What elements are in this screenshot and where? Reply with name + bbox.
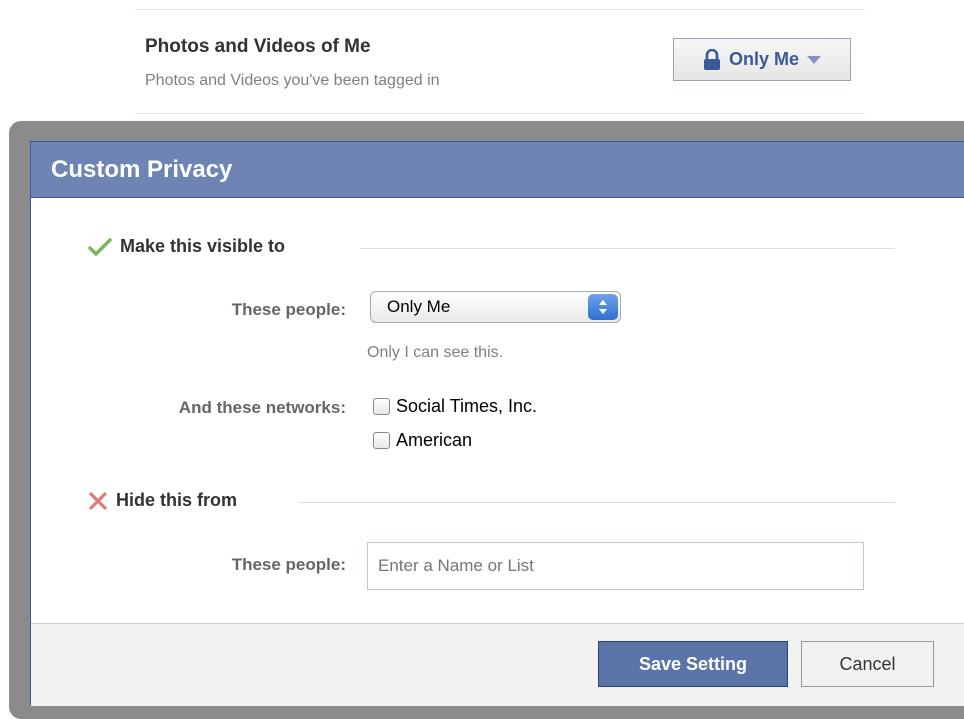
checkmark-icon [88, 237, 112, 256]
hide-section-heading: Hide this from [88, 490, 237, 511]
network-option[interactable]: American [373, 430, 472, 451]
network-option[interactable]: Social Times, Inc. [373, 396, 537, 417]
cancel-button[interactable]: Cancel [801, 641, 934, 687]
these-people-selected: Only Me [387, 297, 451, 316]
visible-section-rule [360, 248, 895, 249]
network-option-label: American [396, 430, 473, 450]
network-option-label: Social Times, Inc. [396, 396, 538, 416]
privacy-dropdown-button[interactable]: Only Me [673, 38, 851, 81]
dialog-title: Custom Privacy [31, 142, 964, 198]
chevron-down-icon [807, 55, 821, 64]
custom-privacy-dialog: Custom Privacy [30, 141, 964, 706]
visibility-hint: Only I can see this. [367, 344, 504, 361]
visible-section-heading: Make this visible to [88, 236, 285, 257]
x-icon [89, 491, 107, 510]
these-people-select[interactable]: Only Me [370, 291, 621, 323]
setting-title: Photos and Videos of Me [145, 36, 371, 57]
lock-icon [703, 48, 720, 70]
hide-heading-text: Hide this from [116, 490, 238, 510]
these-people-label: These people: [231, 300, 346, 319]
hide-section-rule [298, 502, 895, 503]
divider-bottom [135, 113, 865, 114]
setting-subtitle: Photos and Videos you've been tagged in [145, 72, 440, 89]
privacy-button-label: Only Me [728, 49, 799, 69]
network-checkbox[interactable] [373, 398, 390, 415]
networks-label: And these networks: [178, 398, 346, 417]
hide-people-label: These people: [231, 555, 346, 574]
select-arrows-icon [588, 294, 618, 320]
divider-top [135, 9, 865, 10]
hide-people-input[interactable] [367, 542, 864, 590]
visible-heading-text: Make this visible to [120, 236, 286, 256]
network-checkbox[interactable] [373, 432, 390, 449]
save-setting-button[interactable]: Save Setting [598, 641, 788, 687]
